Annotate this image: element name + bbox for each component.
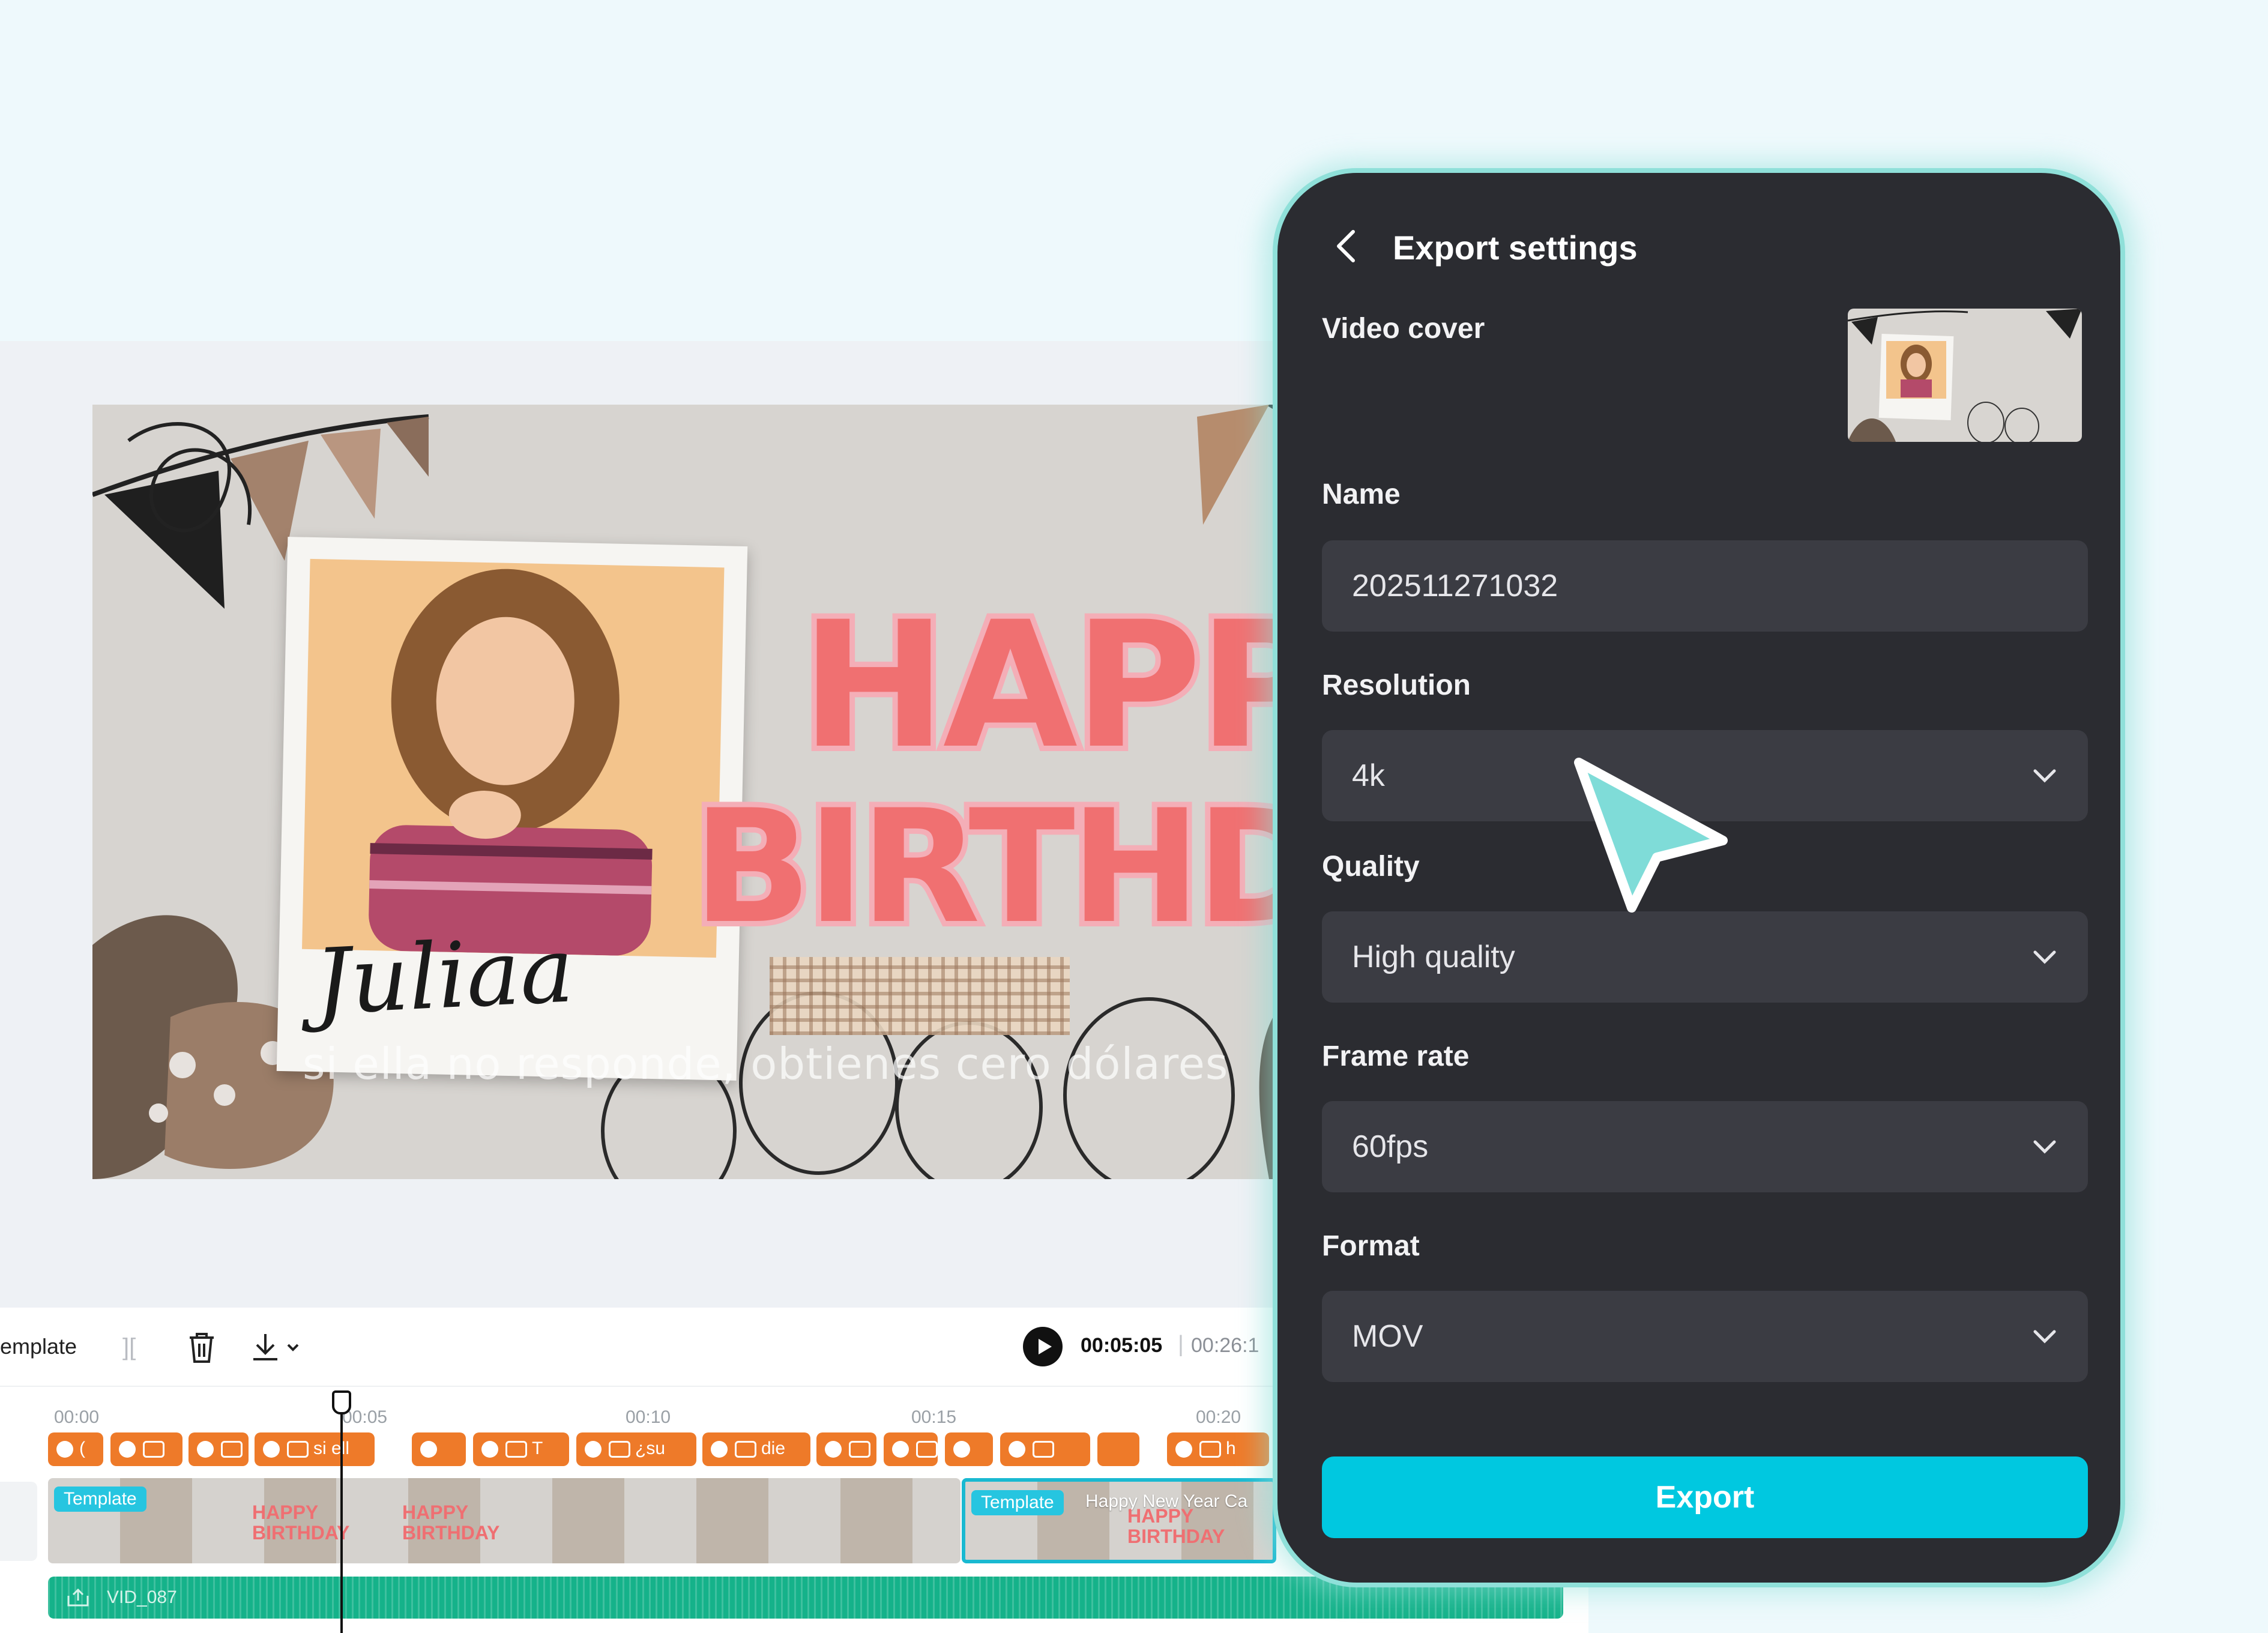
chevron-left-icon[interactable]: [1334, 228, 1358, 264]
name-script: Juliaa: [312, 918, 576, 1036]
export-button[interactable]: Export: [1322, 1456, 2088, 1538]
speech-icon: [119, 1441, 136, 1458]
speech-icon: [892, 1441, 909, 1458]
format-value: MOV: [1352, 1319, 1423, 1354]
frame-rate-label: Frame rate: [1322, 1040, 1470, 1072]
caption-clip[interactable]: [884, 1432, 938, 1466]
speech-icon: [263, 1441, 280, 1458]
speech-icon: [825, 1441, 842, 1458]
pointer-cursor-icon: [1574, 758, 1728, 913]
track-name-label: emplate: [0, 1334, 77, 1359]
speech-icon: [711, 1441, 728, 1458]
ruler-tick: 00:00: [54, 1407, 100, 1427]
cc-icon: [143, 1441, 164, 1458]
video-clip-selected[interactable]: Template Happy New Year Ca HAPPY BIRTHDAY: [962, 1478, 1276, 1563]
speech-icon: [56, 1441, 73, 1458]
caption-track: ( si ell T ¿su die h: [48, 1432, 1273, 1466]
cc-icon: [735, 1441, 756, 1458]
quality-select[interactable]: High quality: [1322, 911, 2088, 1003]
ruler-tick: 00:10: [626, 1407, 671, 1427]
resolution-label: Resolution: [1322, 669, 1471, 701]
caption-clip[interactable]: [1000, 1432, 1090, 1466]
thumb-happy: HAPPY BIRTHDAY: [402, 1502, 500, 1544]
trash-icon[interactable]: [186, 1330, 217, 1364]
cc-icon: [609, 1441, 630, 1458]
cc-icon: [1033, 1441, 1054, 1458]
speech-icon: [197, 1441, 214, 1458]
speech-icon: [481, 1441, 498, 1458]
caption-clip[interactable]: [188, 1432, 249, 1466]
speech-icon: [420, 1441, 437, 1458]
quality-value: High quality: [1352, 940, 1515, 974]
cc-icon: [287, 1441, 309, 1458]
ruler-tick: 00:20: [1196, 1407, 1241, 1427]
frame-rate-value: 60fps: [1352, 1129, 1429, 1164]
template-tag: Template: [54, 1487, 146, 1512]
video-cover-label: Video cover: [1322, 313, 1485, 345]
quality-label: Quality: [1322, 851, 1420, 883]
ruler-tick: 00:15: [911, 1407, 957, 1427]
speech-icon: [953, 1441, 970, 1458]
caption-clip[interactable]: (: [48, 1432, 103, 1466]
chevron-down-icon: [2033, 1330, 2056, 1344]
playhead[interactable]: [340, 1412, 343, 1633]
name-input-value: 202511271032: [1352, 569, 1558, 603]
cc-icon: [1199, 1441, 1221, 1458]
portrait-photo: [302, 558, 725, 958]
play-button[interactable]: [1023, 1327, 1063, 1366]
caption-clip[interactable]: T: [473, 1432, 569, 1466]
track-side-handle[interactable]: [0, 1482, 37, 1561]
audio-detach-icon: [67, 1588, 89, 1607]
video-track: Template HAPPY BIRTHDAY HAPPY BIRTHDAY Tem…: [48, 1478, 1276, 1563]
chevron-down-icon: [2033, 769, 2056, 783]
plaid-tape: [770, 957, 1070, 1035]
cc-icon: [916, 1441, 938, 1458]
speech-icon: [1009, 1441, 1025, 1458]
name-input[interactable]: 202511271032: [1322, 540, 2088, 632]
audio-clip-name: VID_087: [107, 1587, 177, 1607]
chevron-down-icon: [2033, 1140, 2056, 1154]
video-clip[interactable]: Template HAPPY BIRTHDAY HAPPY BIRTHDAY: [48, 1478, 961, 1563]
subtitle-caption[interactable]: si ella no responde, obtienes cero dólar…: [303, 1039, 1228, 1089]
caption-clip[interactable]: [945, 1432, 993, 1466]
video-preview-canvas[interactable]: Juliaa HAPPY BIRTHDA si ella no responde…: [92, 405, 1365, 1179]
current-time: 00:05:05: [1081, 1334, 1163, 1357]
cc-icon: [221, 1441, 243, 1458]
caption-clip[interactable]: die: [702, 1432, 810, 1466]
format-label: Format: [1322, 1230, 1420, 1262]
template-tag: Template: [971, 1490, 1064, 1515]
cc-icon: [505, 1441, 527, 1458]
caption-clip[interactable]: si ell: [255, 1432, 375, 1466]
resolution-value: 4k: [1352, 758, 1385, 793]
frame-rate-select[interactable]: 60fps: [1322, 1101, 2088, 1192]
speech-icon: [585, 1441, 602, 1458]
panel-title: Export settings: [1393, 229, 1638, 267]
name-label: Name: [1322, 478, 1401, 510]
split-icon[interactable]: ][: [122, 1334, 136, 1361]
download-icon[interactable]: [250, 1330, 304, 1364]
video-cover-thumbnail[interactable]: [1848, 309, 2082, 442]
total-time: 00:26:1: [1191, 1334, 1259, 1357]
playhead-handle[interactable]: [332, 1390, 351, 1414]
thumb-happy: HAPPY BIRTHDAY: [252, 1502, 350, 1544]
thumb-happy: HAPPY BIRTHDAY: [1127, 1505, 1225, 1547]
caption-clip[interactable]: ¿su: [576, 1432, 696, 1466]
cc-icon: [849, 1441, 870, 1458]
caption-clip[interactable]: [1097, 1432, 1139, 1466]
format-select[interactable]: MOV: [1322, 1291, 2088, 1382]
time-separator: |: [1178, 1332, 1184, 1357]
caption-clip[interactable]: [412, 1432, 466, 1466]
speech-icon: [1175, 1441, 1192, 1458]
caption-clip[interactable]: [110, 1432, 182, 1466]
polaroid-frame: Juliaa: [276, 537, 748, 1081]
caption-clip[interactable]: h: [1167, 1432, 1269, 1466]
caption-clip[interactable]: [816, 1432, 876, 1466]
chevron-down-icon: [2033, 950, 2056, 964]
